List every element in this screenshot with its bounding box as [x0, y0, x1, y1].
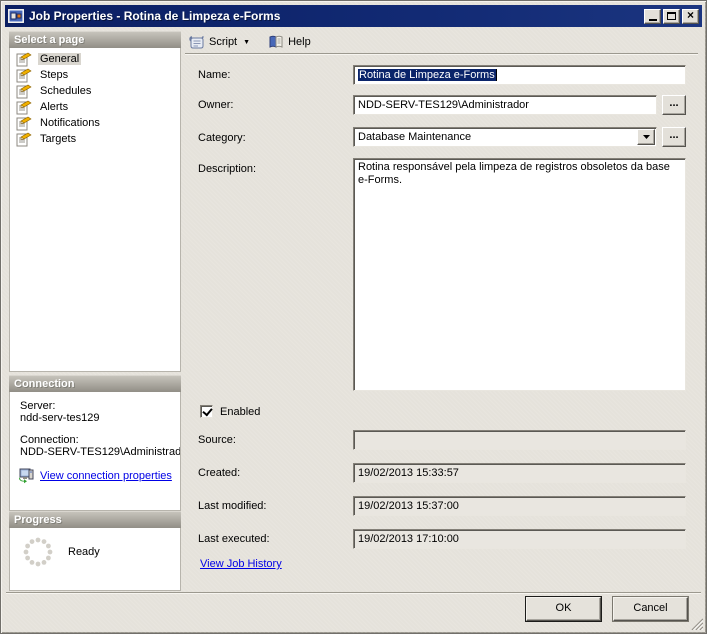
source-label: Source:: [198, 434, 236, 446]
name-input[interactable]: Rotina de Limpeza e-Forms: [353, 65, 686, 85]
sidebar-item-schedules[interactable]: Schedules: [10, 83, 180, 99]
progress-header: Progress: [9, 511, 181, 528]
page-pencil-icon: [16, 116, 32, 131]
progress-panel: Ready: [9, 528, 181, 591]
description-textarea[interactable]: Rotina responsável pela limpeza de regis…: [353, 158, 686, 391]
owner-input[interactable]: NDD-SERV-TES129\Administrador: [353, 95, 657, 115]
name-selected-text: Rotina de Limpeza e-Forms: [358, 69, 496, 81]
script-dropdown-icon: ▼: [243, 39, 250, 46]
connection-properties-icon: [18, 468, 35, 484]
category-value: Database Maintenance: [358, 131, 471, 143]
category-browse-button[interactable]: ...: [662, 127, 686, 147]
sidebar-item-label: General: [38, 53, 81, 65]
last-executed-value: 19/02/2013 17:10:00: [358, 533, 459, 545]
page-pencil-icon: [16, 132, 32, 147]
sidebar-item-notifications[interactable]: Notifications: [10, 115, 180, 131]
progress-spinner-icon: [22, 536, 54, 568]
ellipsis-icon: ...: [669, 129, 678, 141]
ellipsis-icon: ...: [669, 97, 678, 109]
help-icon: [268, 34, 284, 50]
last-executed-label: Last executed:: [198, 533, 270, 545]
last-modified-field: 19/02/2013 15:37:00: [353, 496, 686, 516]
created-value: 19/02/2013 15:33:57: [358, 467, 459, 479]
maximize-button[interactable]: [663, 9, 680, 24]
source-field: [353, 430, 686, 450]
page-pencil-icon: [16, 84, 32, 99]
toolbar-separator: [185, 53, 698, 55]
name-label: Name:: [198, 69, 230, 81]
help-label: Help: [288, 36, 311, 48]
description-value: Rotina responsável pela limpeza de regis…: [358, 161, 670, 186]
enabled-checkbox[interactable]: [200, 405, 213, 418]
job-properties-window: Job Properties - Rotina de Limpeza e-For…: [0, 0, 707, 634]
enabled-label: Enabled: [220, 406, 260, 418]
server-label: Server:: [20, 400, 180, 412]
server-value: ndd-serv-tes129: [20, 412, 180, 424]
enabled-checkbox-row: Enabled: [200, 405, 260, 418]
cancel-button[interactable]: Cancel: [613, 597, 688, 621]
sidebar-item-steps[interactable]: Steps: [10, 67, 180, 83]
last-modified-label: Last modified:: [198, 500, 266, 512]
toolbar: Script ▼ Help: [185, 31, 698, 53]
view-connection-properties-link[interactable]: View connection properties: [40, 470, 172, 482]
sidebar-item-label: Schedules: [38, 85, 93, 97]
last-modified-value: 19/02/2013 15:37:00: [358, 500, 459, 512]
window-title: Job Properties - Rotina de Limpeza e-For…: [29, 9, 280, 23]
minimize-icon: [649, 19, 657, 21]
connection-value: NDD-SERV-TES129\Administrador: [20, 446, 180, 458]
connection-label: Connection:: [20, 434, 180, 446]
category-dropdown-button[interactable]: [637, 129, 655, 145]
help-button[interactable]: Help: [264, 33, 315, 51]
connection-header: Connection: [9, 375, 181, 392]
script-label: Script: [209, 36, 237, 48]
page-pencil-icon: [16, 100, 32, 115]
sidebar-item-general[interactable]: General: [10, 51, 180, 67]
sidebar-item-targets[interactable]: Targets: [10, 131, 180, 147]
created-field: 19/02/2013 15:33:57: [353, 463, 686, 483]
sidebar-item-label: Targets: [38, 133, 78, 145]
maximize-icon: [667, 12, 676, 20]
chevron-down-icon: [643, 135, 650, 139]
ok-button[interactable]: OK: [526, 597, 601, 621]
sidebar-item-alerts[interactable]: Alerts: [10, 99, 180, 115]
last-executed-field: 19/02/2013 17:10:00: [353, 529, 686, 549]
sidebar-item-label: Alerts: [38, 101, 70, 113]
close-icon: ×: [687, 9, 694, 21]
page-pencil-icon: [16, 68, 32, 83]
text-caret: [496, 69, 497, 81]
app-icon: [8, 9, 24, 23]
select-a-page-header: Select a page: [9, 31, 181, 48]
progress-status: Ready: [68, 546, 100, 558]
category-select[interactable]: Database Maintenance: [353, 127, 657, 147]
sidebar-item-label: Steps: [38, 69, 70, 81]
minimize-button[interactable]: [644, 9, 661, 24]
resize-grip[interactable]: [690, 617, 703, 630]
page-list: General Steps Schedules Alerts Notificat…: [9, 48, 181, 372]
script-button[interactable]: Script ▼: [185, 33, 254, 51]
footer-separator: [6, 592, 701, 594]
owner-label: Owner:: [198, 99, 233, 111]
close-button[interactable]: ×: [682, 9, 699, 24]
owner-browse-button[interactable]: ...: [662, 95, 686, 115]
script-icon: [189, 34, 205, 50]
category-label: Category:: [198, 132, 246, 144]
sidebar-item-label: Notifications: [38, 117, 102, 129]
titlebar[interactable]: Job Properties - Rotina de Limpeza e-For…: [5, 5, 702, 27]
page-pencil-icon: [16, 52, 32, 67]
description-label: Description:: [198, 163, 256, 175]
connection-panel: Server: ndd-serv-tes129 Connection: NDD-…: [9, 392, 181, 511]
created-label: Created:: [198, 467, 240, 479]
owner-value: NDD-SERV-TES129\Administrador: [358, 99, 529, 111]
view-job-history-link[interactable]: View Job History: [200, 558, 282, 570]
